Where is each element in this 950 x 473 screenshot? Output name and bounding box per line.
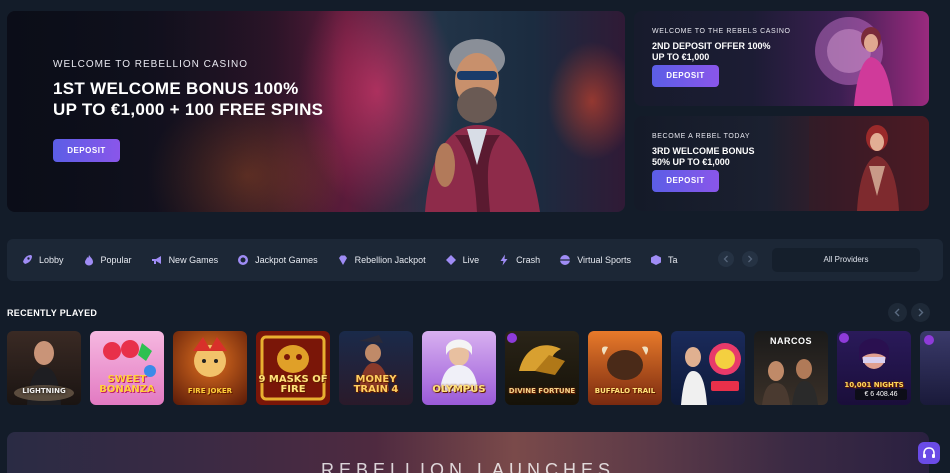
chip-icon — [238, 255, 249, 265]
promo-character-image — [815, 17, 893, 106]
ball-icon — [560, 255, 571, 265]
chevron-left-icon — [894, 308, 900, 317]
game-title: Buffalo Trail — [594, 387, 656, 395]
nav-item-virtual-sports[interactable]: Virtual Sports — [559, 254, 631, 266]
nav-item-crash[interactable]: Crash — [498, 254, 540, 266]
promo-eyebrow: WELCOME TO THE REBELS CASINO — [652, 28, 791, 35]
nav-item-table-games[interactable]: Ta — [650, 254, 678, 266]
game-tile[interactable]: Sweet Bonanza — [90, 331, 164, 405]
promo-title-line: UP TO €1,000 — [652, 52, 710, 62]
nav-item-jackpot-games[interactable]: Jackpot Games — [237, 254, 318, 266]
hero-eyebrow: WELCOME TO REBELLION CASINO — [53, 59, 249, 70]
game-title: Money Train 4 — [353, 374, 399, 395]
game-title: Fire Joker — [187, 387, 233, 395]
carousel-next-button[interactable] — [911, 303, 930, 322]
carousel-prev-button[interactable] — [888, 303, 907, 322]
cube-icon — [651, 255, 662, 265]
deposit-button[interactable]: DEPOSIT — [652, 65, 719, 87]
nav-item-label: Virtual Sports — [577, 255, 632, 265]
gem-icon — [338, 255, 347, 265]
banner-title: REBELLION LAUNCHES — [320, 460, 616, 473]
narcos-tile-icon — [762, 359, 818, 405]
providers-dropdown[interactable]: All Providers — [772, 248, 920, 272]
category-list: Lobby Popular New Games Jackpot Games Re… — [7, 239, 715, 281]
deposit-button[interactable]: DEPOSIT — [652, 170, 719, 192]
support-chat-button[interactable] — [918, 442, 940, 464]
headset-icon — [923, 447, 935, 458]
deposit-button[interactable]: DEPOSIT — [53, 139, 120, 162]
nav-item-label: Crash — [516, 255, 541, 265]
hero-title-line: 1ST WELCOME BONUS 100% — [53, 79, 299, 98]
rocket-icon — [23, 255, 32, 264]
game-tile[interactable]: Olympus — [422, 331, 496, 405]
hero-character-image — [425, 39, 540, 212]
megaphone-icon — [151, 256, 161, 264]
promo-title-line: 3RD WELCOME BONUS — [652, 146, 755, 156]
game-tile[interactable]: Divine Fortune — [505, 331, 579, 405]
flame-icon — [84, 255, 93, 266]
nav-item-label: Lobby — [39, 255, 64, 265]
nav-item-label: Rebellion Jackpot — [354, 255, 426, 265]
hero-title: 1ST WELCOME BONUS 100% UP TO €1,000 + 10… — [53, 78, 323, 120]
promo-title: 3RD WELCOME BONUS 50% UP TO €1,000 — [652, 146, 812, 168]
game-title: 10,001 Nights — [844, 381, 904, 389]
section-title: RECENTLY PLAYED — [7, 308, 98, 318]
game-tile[interactable]: Fire Joker — [173, 331, 247, 405]
game-title: 9 Masks of Fire — [258, 374, 328, 395]
chevron-left-icon — [723, 255, 728, 263]
game-tile[interactable] — [671, 331, 745, 405]
game-tile[interactable] — [920, 331, 950, 405]
nav-item-label: New Games — [168, 255, 219, 265]
nav-item-label: Ta — [668, 255, 678, 265]
promo-banner-bottom[interactable]: REBELLION LAUNCHES — [7, 432, 929, 473]
nav-item-lobby[interactable]: Lobby — [21, 254, 64, 266]
hero-title-line: UP TO €1,000 + 100 FREE SPINS — [53, 100, 324, 119]
nav-item-live[interactable]: Live — [445, 254, 480, 266]
game-title: Sweet Bonanza — [99, 374, 155, 395]
game-title: Divine Fortune — [508, 387, 576, 395]
promo-title-line: 2ND DEPOSIT OFFER 100% — [652, 41, 771, 51]
game-tile[interactable]: Lightning — [7, 331, 81, 405]
live-dealer-tile-icon — [681, 343, 741, 405]
nav-next-button[interactable] — [742, 251, 758, 267]
nav-item-popular[interactable]: Popular — [83, 254, 132, 266]
nav-item-new-games[interactable]: New Games — [151, 254, 219, 266]
jackpot-badge-icon — [924, 335, 934, 345]
nav-item-rebellion-jackpot[interactable]: Rebellion Jackpot — [337, 254, 426, 266]
nav-item-label: Jackpot Games — [255, 255, 318, 265]
promo-banner[interactable]: WELCOME TO THE REBELS CASINO 2ND DEPOSIT… — [634, 11, 929, 106]
jackpot-amount: € 6 408.46 — [855, 389, 907, 400]
game-tile[interactable]: Money Train 4 — [339, 331, 413, 405]
chevron-right-icon — [918, 308, 924, 317]
game-title: Olympus — [432, 384, 486, 395]
category-nav: Lobby Popular New Games Jackpot Games Re… — [7, 239, 943, 281]
nav-item-label: Popular — [100, 255, 132, 265]
promo-title: 2ND DEPOSIT OFFER 100% UP TO €1,000 — [652, 41, 812, 63]
promo-banner[interactable]: BECOME A REBEL TODAY 3RD WELCOME BONUS 5… — [634, 116, 929, 211]
game-tile[interactable]: Buffalo Trail — [588, 331, 662, 405]
game-tile[interactable]: NARCOS — [754, 331, 828, 405]
game-tile[interactable]: 10,001 Nights € 6 408.46 — [837, 331, 911, 405]
promo-character-image — [809, 116, 929, 211]
lightning-icon — [500, 254, 508, 266]
chevron-right-icon — [748, 255, 753, 263]
promo-eyebrow: BECOME A REBEL TODAY — [652, 133, 751, 140]
promo-title-line: 50% UP TO €1,000 — [652, 157, 730, 167]
nav-item-label: Live — [462, 255, 480, 265]
game-tile[interactable]: 9 Masks of Fire — [256, 331, 330, 405]
hero-banner[interactable]: WELCOME TO REBELLION CASINO 1ST WELCOME … — [7, 11, 625, 212]
diamond-icon — [445, 255, 456, 265]
game-title: Lightning — [22, 387, 66, 395]
nav-prev-button[interactable] — [718, 251, 734, 267]
